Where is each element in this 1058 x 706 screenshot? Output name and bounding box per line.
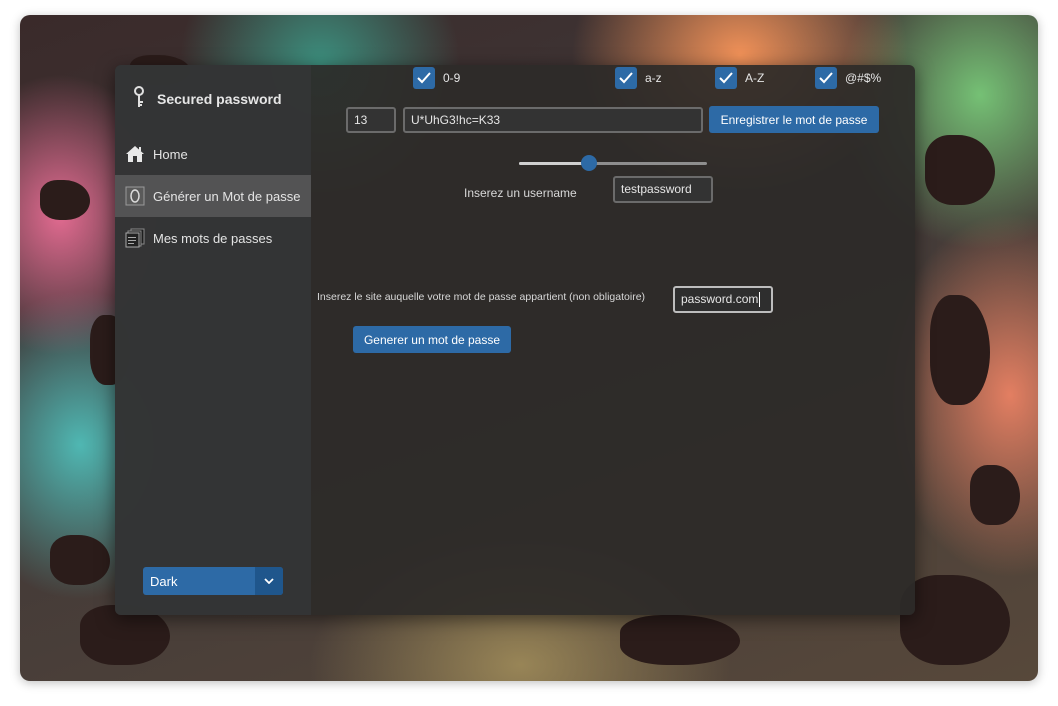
app-window: Secured password Home Générer un Mot de … (115, 65, 915, 615)
key-icon (133, 85, 145, 113)
username-label: Inserez un username (464, 186, 577, 200)
app-title: Secured password (157, 91, 282, 107)
checkbox-label: a-z (645, 71, 662, 85)
checkbox-lowercase[interactable]: a-z (615, 67, 662, 89)
theme-select[interactable]: Dark (143, 567, 283, 595)
sidebar-item-home[interactable]: Home (115, 133, 311, 175)
password-icon (125, 186, 145, 206)
generator-panel: 0-9 a-z A-Z @#$% 13 U*UhG3!hc=K33 Enregi… (311, 65, 915, 615)
site-field-value: password.com (681, 292, 759, 306)
sidebar-item-my-passwords[interactable]: Mes mots de passes (115, 217, 311, 259)
checkbox-symbols[interactable]: @#$% (815, 67, 881, 89)
username-field[interactable]: testpassword (613, 176, 713, 203)
documents-icon (125, 228, 145, 248)
desktop-wallpaper: Secured password Home Générer un Mot de … (20, 15, 1038, 681)
checkbox-label: A-Z (745, 71, 765, 85)
checkbox-label: 0-9 (443, 71, 461, 85)
theme-select-value: Dark (150, 573, 178, 589)
checkbox-uppercase[interactable]: A-Z (715, 67, 764, 89)
sidebar-item-label: Home (153, 146, 188, 162)
home-icon (125, 144, 145, 164)
checkmark-icon[interactable] (413, 67, 435, 89)
checkbox-digits[interactable]: 0-9 (413, 67, 460, 89)
slider-handle[interactable] (580, 155, 597, 171)
sidebar-item-label: Générer un Mot de passe (153, 188, 301, 204)
checkbox-label: @#$% (845, 71, 882, 85)
site-label: Inserez le site auquelle votre mot de pa… (317, 291, 646, 303)
sidebar-item-label: Mes mots de passes (153, 230, 273, 246)
text-caret (759, 292, 761, 308)
checkmark-icon[interactable] (815, 67, 837, 89)
password-output-field[interactable]: U*UhG3!hc=K33 (403, 107, 703, 133)
site-field[interactable]: password.com (673, 286, 773, 313)
length-field[interactable]: 13 (346, 107, 396, 133)
sidebar: Secured password Home Générer un Mot de … (115, 65, 311, 615)
checkmark-icon[interactable] (715, 67, 737, 89)
generate-password-button[interactable]: Generer un mot de passe (353, 326, 511, 353)
sidebar-item-generate[interactable]: Générer un Mot de passe (115, 175, 311, 217)
slider-fill (519, 162, 589, 165)
chevron-down-icon[interactable] (255, 567, 283, 595)
save-password-button[interactable]: Enregistrer le mot de passe (709, 106, 879, 133)
app-brand: Secured password (133, 85, 282, 113)
length-slider[interactable] (519, 155, 707, 171)
checkmark-icon[interactable] (615, 67, 637, 89)
